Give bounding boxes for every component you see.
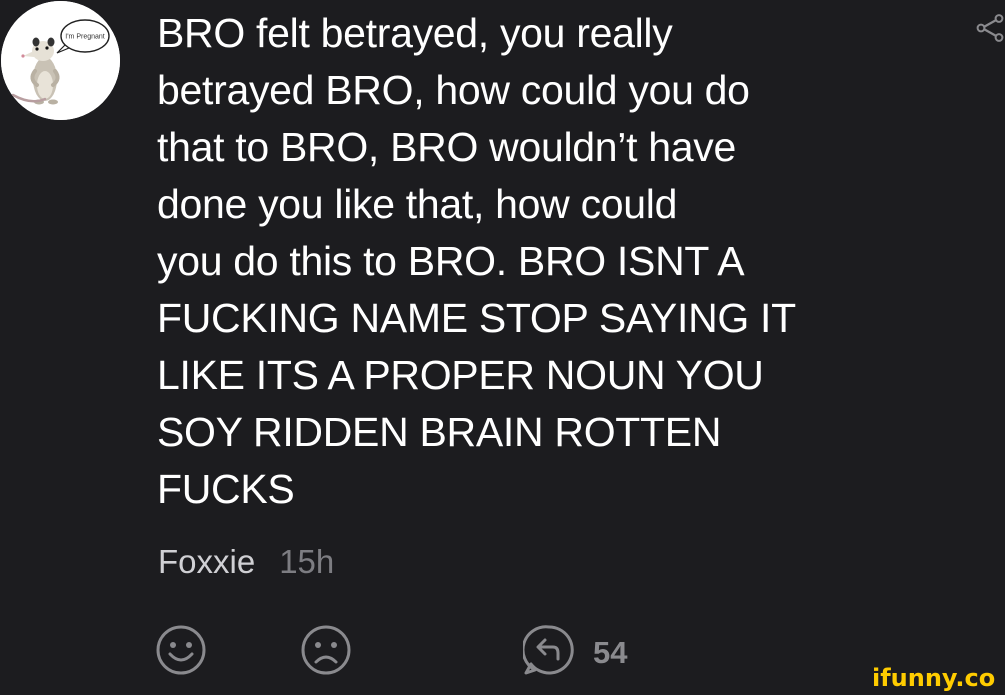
reply-count: 54 (593, 635, 628, 670)
frown-icon (301, 625, 351, 675)
user-avatar[interactable]: I'm Pregnant (1, 1, 120, 120)
comment-text: BRO felt betrayed, you really betrayed B… (157, 10, 796, 512)
share-icon[interactable] (974, 14, 1005, 42)
reply-icon (523, 625, 574, 675)
ifunny-watermark-logo: ifunny.co (872, 664, 996, 692)
comment-timestamp: 15h (279, 543, 335, 580)
reply-button[interactable] (523, 624, 575, 676)
frown-button[interactable] (300, 624, 352, 676)
smile-icon (156, 625, 206, 675)
avatar-bubble-text: I'm Pregnant (65, 34, 105, 41)
comment-author[interactable]: Foxxie (158, 543, 255, 580)
smile-button[interactable] (155, 624, 207, 676)
opossum-avatar-image: I'm Pregnant (1, 1, 120, 120)
comment-meta: Foxxie 15h (158, 542, 334, 582)
